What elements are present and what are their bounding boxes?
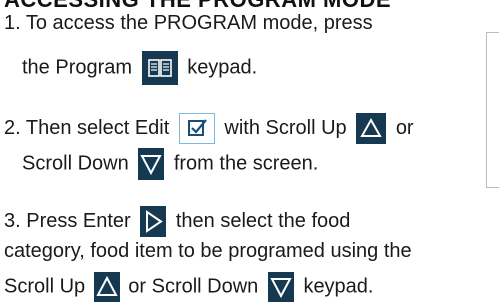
- triangle-up-icon: [96, 275, 118, 296]
- book-icon: [147, 59, 172, 77]
- step-2-text-line2-pre: Scroll Down: [22, 152, 129, 175]
- scroll-down-button-2[interactable]: [267, 272, 294, 302]
- step-1-text: 1. To access the PROGRAM mode, press: [4, 12, 373, 34]
- triangle-up-icon: [360, 117, 382, 137]
- triangle-down-icon: [270, 278, 292, 299]
- step-3-line-2: category, food item to be programed usin…: [4, 238, 412, 264]
- program-keypad-button[interactable]: [141, 51, 178, 85]
- step-2-text-post: or: [395, 116, 414, 139]
- step-3-text-line2: category, food item to be programed usin…: [4, 240, 412, 262]
- step-1-line-2: the Program keypad.: [22, 51, 257, 85]
- play-right-icon: [146, 210, 164, 233]
- step-3-text-line3-mid: or Scroll Down: [128, 275, 259, 298]
- edit-checkbox-icon: [187, 119, 207, 136]
- scroll-up-button[interactable]: [356, 113, 387, 144]
- step-3-line-3: Scroll Up or Scroll Down keypad.: [4, 272, 374, 302]
- side-panel-frame: [486, 32, 499, 188]
- step-3-text-line3-pre: Scroll Up: [4, 275, 86, 298]
- step-2-line-2: Scroll Down from the screen.: [22, 148, 318, 180]
- step-1-text-post: keypad.: [187, 56, 258, 79]
- triangle-down-icon: [140, 155, 162, 176]
- step-3-text-post: then select the food: [175, 209, 351, 232]
- scroll-up-button-2[interactable]: [93, 272, 120, 302]
- step-2-text-pre: 2. Then select Edit: [4, 116, 170, 139]
- enter-button[interactable]: [140, 206, 167, 237]
- scroll-down-button[interactable]: [138, 148, 165, 180]
- step-1-line-1: 1. To access the PROGRAM mode, press: [4, 10, 373, 36]
- step-3-text-line3-post: keypad.: [303, 275, 374, 298]
- step-2-text-line2-post: from the screen.: [173, 152, 319, 175]
- step-1-text-pre: the Program: [22, 56, 133, 79]
- step-2-line-1: 2. Then select Edit with Scroll Up or: [4, 113, 414, 144]
- step-3-text-pre: 3. Press Enter: [4, 209, 131, 232]
- edit-button[interactable]: [178, 113, 215, 144]
- step-2-text-mid: with Scroll Up: [224, 116, 347, 139]
- step-3-line-1: 3. Press Enter then select the food: [4, 206, 350, 237]
